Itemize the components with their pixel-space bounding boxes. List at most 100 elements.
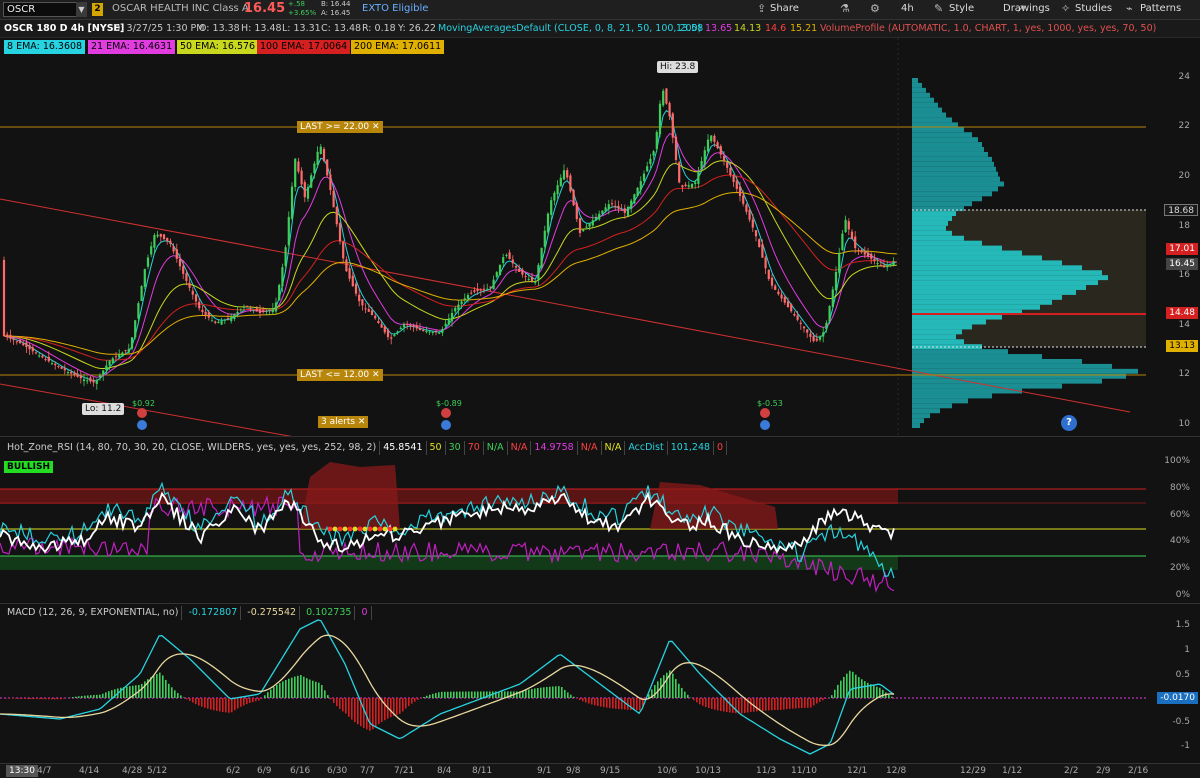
rsi-study-label[interactable]: Hot_Zone_RSI (14, 80, 70, 30, 20, CLOSE,… [4, 441, 728, 455]
macd-histogram-bar [501, 691, 503, 698]
price-candle [44, 356, 47, 362]
price-tick-label: 22 [1178, 121, 1190, 131]
macd-histogram-bar [219, 698, 221, 712]
bar-date: D: 3/27/25 1:30 PM [113, 23, 205, 34]
time-axis-label: 11/3 [756, 766, 777, 776]
price-candle [386, 328, 390, 341]
price-candle [569, 173, 572, 193]
price-candle [614, 200, 617, 211]
alerts-count-tag[interactable]: 3 alerts ✕ [318, 416, 369, 428]
event-icon-3[interactable] [760, 420, 770, 430]
macd-histogram-bar [534, 688, 536, 698]
macd-histogram-bar [222, 698, 224, 712]
macd-value: -0.172807 [185, 606, 242, 620]
price-candle [319, 143, 322, 155]
price-candle [847, 218, 850, 236]
price-candle [668, 101, 671, 120]
price-candle [815, 333, 818, 342]
share-button[interactable]: Share [770, 3, 799, 14]
link-badge[interactable]: 2 [92, 3, 103, 16]
earnings-icon-2[interactable] [441, 408, 451, 418]
macd-histogram-bar [672, 673, 674, 698]
chart-title: OSCR 180 D 4h [NYSE] [4, 23, 125, 34]
help-icon[interactable]: ? [1061, 415, 1077, 431]
macd-histogram-bar [378, 698, 380, 725]
macd-histogram-bar [609, 698, 611, 709]
macd-pane[interactable]: MACD (12, 26, 9, EXPONENTIAL, no) -0.172… [0, 603, 1146, 763]
macd-histogram-bar [321, 685, 323, 698]
macd-histogram-bar [594, 698, 596, 706]
time-axis-label: 9/1 [537, 766, 552, 776]
macd-histogram-bar [207, 698, 209, 709]
macd-histogram-bar [693, 698, 695, 701]
symbol-input[interactable]: OSCR [3, 2, 87, 17]
rsi-pane[interactable]: Hot_Zone_RSI (14, 80, 70, 30, 20, CLOSE,… [0, 436, 1146, 603]
macd-histogram-bar [312, 680, 314, 698]
gear-icon[interactable]: ⚙ [870, 2, 880, 15]
macd-histogram-bar [825, 698, 827, 699]
macd-histogram-bar [90, 695, 92, 698]
price-candle [73, 370, 76, 377]
macd-histogram-bar [816, 698, 818, 704]
flask-icon[interactable]: ⚗ [840, 2, 850, 15]
style-button[interactable]: Style [949, 3, 974, 14]
macd-histogram-bar [135, 685, 137, 698]
macd-chart-svg[interactable] [0, 604, 1146, 764]
price-pane[interactable]: 8 EMA: 16.3608 21 EMA: 16.4631 50 EMA: 16.… [0, 38, 1146, 436]
time-axis-label: 9/8 [566, 766, 581, 776]
ema-legend-chip[interactable]: 50 EMA: 16.576 [177, 40, 259, 54]
macd-histogram-bar [345, 698, 347, 714]
macd-histogram-bar [774, 698, 776, 711]
price-axis[interactable]: 24 22 20 18 16 14 12 10 18.68 17.01 16.45 14.48 13.… [1146, 38, 1200, 436]
timeframe-button[interactable]: 4h [901, 3, 914, 14]
price-candle [447, 313, 450, 326]
price-candle [790, 302, 793, 313]
price-candle [415, 321, 418, 332]
macd-histogram-bar [42, 698, 44, 700]
ma-study-label[interactable]: MovingAveragesDefault (CLOSE, 0, 8, 21, … [438, 20, 701, 38]
symbol-dropdown-icon[interactable]: ▼ [76, 2, 87, 17]
time-axis[interactable]: 13:30 4/7 4/14 4/28 5/12 6/2 6/9 6/16 6/30 7/7 7/… [0, 763, 1200, 778]
macd-histogram-bar [186, 698, 188, 700]
event-icon-2[interactable] [441, 420, 451, 430]
macd-study-label[interactable]: MACD (12, 26, 9, EXPONENTIAL, no) -0.172… [4, 606, 372, 620]
price-candle [540, 247, 543, 270]
rsi-signal-dot [332, 526, 338, 532]
time-axis-label: 10/6 [657, 766, 678, 776]
price-candle [678, 160, 681, 184]
macd-histogram-bar [159, 672, 161, 698]
ema-legend-chip[interactable]: 100 EMA: 17.0064 [257, 40, 351, 54]
event-icon-1[interactable] [137, 420, 147, 430]
studies-button[interactable]: Studies [1075, 3, 1112, 14]
trendline-lower[interactable] [0, 383, 300, 436]
exto-eligible-link[interactable]: EXTO Eligible [362, 3, 428, 14]
alert-low-tag[interactable]: LAST <= 12.00 ✕ [297, 369, 383, 381]
price-candle [623, 204, 626, 219]
macd-histogram-bar [771, 698, 773, 711]
price-candle [31, 344, 34, 355]
earnings-icon-3[interactable] [760, 408, 770, 418]
rsi-signal-dot [367, 526, 373, 532]
price-candle [153, 233, 156, 254]
ema-legend-chip[interactable]: 200 EMA: 17.0611 [351, 40, 445, 54]
price-candle [201, 305, 204, 316]
volume-profile-label[interactable]: VolumeProfile (AUTOMATIC, 1.0, CHART, 1,… [820, 20, 1156, 38]
earnings-icon-1[interactable] [137, 408, 147, 418]
price-tick-label: 14 [1178, 320, 1190, 330]
macd-tick-label: -1 [1181, 741, 1190, 751]
price-candle [374, 313, 377, 321]
time-axis-label: 2/2 [1064, 766, 1079, 776]
patterns-button[interactable]: Patterns [1140, 3, 1181, 14]
price-candle [502, 253, 505, 267]
rsi-chart-svg[interactable] [0, 437, 1146, 604]
macd-histogram-bar [342, 698, 344, 712]
ema-legend-chip[interactable]: 8 EMA: 16.3608 [4, 40, 86, 54]
price-candle [770, 274, 774, 289]
ema-legend-chip[interactable]: 21 EMA: 16.4631 [88, 40, 176, 54]
price-tick-label: 24 [1178, 72, 1190, 82]
price-chart-svg[interactable] [0, 38, 1146, 436]
price-candle [735, 176, 738, 193]
alert-high-tag[interactable]: LAST >= 22.00 ✕ [297, 121, 383, 133]
price-candle [2, 256, 6, 337]
drawings-button[interactable]: Drawings [1003, 3, 1050, 14]
